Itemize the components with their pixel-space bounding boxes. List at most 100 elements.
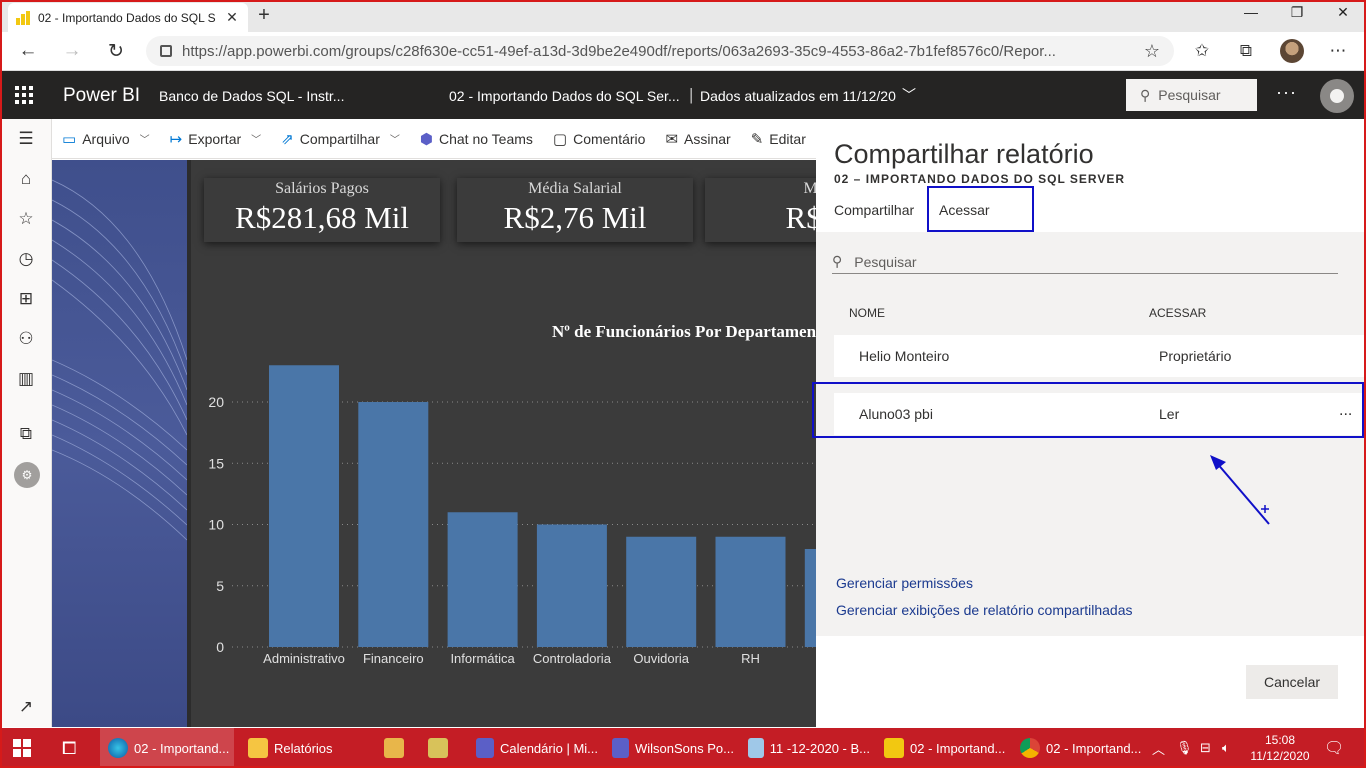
- back-icon[interactable]: ←: [16, 40, 40, 62]
- manage-shared-views-link[interactable]: Gerenciar exibições de relatório compart…: [836, 602, 1132, 618]
- restore-icon[interactable]: ❐: [1282, 4, 1312, 21]
- x-tick-label: RH: [741, 651, 760, 666]
- apps-icon[interactable]: ⊞: [14, 289, 38, 309]
- close-window-icon[interactable]: ✕: [1328, 4, 1358, 21]
- microphone-icon[interactable]: 🎙︎: [1176, 728, 1193, 768]
- search-icon: ⚲: [832, 253, 843, 269]
- toolbar-edit[interactable]: ✎ Editar: [751, 130, 806, 148]
- workspace-avatar-icon[interactable]: ⚙: [14, 462, 40, 488]
- toolbar-teams-chat[interactable]: ⬢ Chat no Teams: [420, 130, 533, 148]
- y-tick-label: 5: [216, 578, 224, 594]
- favorites-star-icon[interactable]: ☆: [14, 209, 38, 229]
- toolbar-comment[interactable]: ▢ Comentário: [553, 130, 646, 148]
- system-clock[interactable]: 15:08 11/12/2020: [1248, 732, 1312, 764]
- taskbar-item-label: 11 -12-2020 - B...: [769, 740, 870, 756]
- close-tab-icon[interactable]: ✕: [224, 9, 240, 26]
- taskbar-item-powerbi[interactable]: 02 - Importand...: [876, 728, 1010, 768]
- bar-chart[interactable]: 0 5 10 15 20 Administrativo Financeiro Informát…: [52, 160, 816, 727]
- show-hidden-icons-icon[interactable]: ︿: [1152, 728, 1165, 768]
- chart-bar[interactable]: [269, 365, 339, 647]
- access-row[interactable]: Helio Monteiro Proprietário: [834, 335, 1364, 377]
- chart-bar[interactable]: [715, 536, 786, 647]
- chart-bar[interactable]: [536, 524, 607, 648]
- powerbi-header: Power BI Banco de Dados SQL - Instr... 0…: [2, 71, 1364, 119]
- expand-arrow-icon[interactable]: ↗: [14, 697, 38, 717]
- browser-tab[interactable]: 02 - Importando Dados do SQL S ✕: [8, 3, 248, 32]
- toolbar-share-label: Compartilhar: [299, 130, 380, 147]
- refresh-icon[interactable]: ↻: [104, 40, 128, 63]
- taskbar-item-explorer[interactable]: Relatórios: [240, 728, 360, 768]
- windows-start-icon[interactable]: [12, 728, 32, 768]
- taskbar-item-label: 02 - Importand...: [134, 740, 230, 756]
- taskbar-app-pinned-2[interactable]: [428, 728, 448, 768]
- teams-icon: [476, 738, 494, 758]
- teams-icon: [612, 738, 629, 758]
- workspaces-icon[interactable]: ⧉: [14, 424, 38, 444]
- access-search-placeholder: Pesquisar: [854, 253, 917, 270]
- toolbar-subscribe[interactable]: ✉ Assinar: [665, 130, 730, 148]
- taskbar-item-notes[interactable]: 11 -12-2020 - B...: [740, 728, 870, 768]
- tab-access[interactable]: Acessar: [927, 186, 1034, 232]
- toolbar-export-menu[interactable]: ↦ Exportar ﹀: [170, 130, 262, 148]
- new-tab-icon[interactable]: +: [254, 4, 274, 28]
- cancel-button[interactable]: Cancelar: [1246, 665, 1338, 699]
- chevron-down-icon[interactable]: ﹀: [902, 85, 916, 105]
- chevron-down-icon: ﹀: [389, 135, 400, 146]
- notifications-icon[interactable]: 🗨︎: [1324, 728, 1344, 768]
- learn-book-icon[interactable]: ▥: [14, 369, 38, 389]
- report-title: 02 - Importando Dados do SQL Ser...: [449, 88, 680, 104]
- tab-share[interactable]: Compartilhar: [834, 202, 914, 218]
- task-view-icon[interactable]: ⧠: [62, 728, 76, 768]
- powerbi-brand[interactable]: Power BI: [63, 85, 140, 107]
- toolbar-share-menu[interactable]: ⇗ Compartilhar ﹀: [281, 130, 400, 148]
- windows-taskbar: ⧠ 02 - Importand... Relatórios Calendári…: [0, 728, 1366, 768]
- taskbar-app-pinned-1[interactable]: [384, 728, 404, 768]
- data-updated-label[interactable]: Dados atualizados em 11/12/20: [700, 88, 896, 104]
- home-icon[interactable]: ⌂: [14, 169, 38, 189]
- chart-bar[interactable]: [447, 512, 518, 647]
- header-search-box[interactable]: ⚲ Pesquisar: [1126, 79, 1257, 111]
- hamburger-menu-icon[interactable]: ☰: [14, 129, 38, 149]
- shared-with-me-icon[interactable]: ⚇: [14, 329, 38, 349]
- taskbar-item-label: Relatórios: [274, 740, 333, 756]
- chart-bar[interactable]: [804, 549, 816, 647]
- forward-icon[interactable]: →: [60, 40, 84, 62]
- taskbar-item-teams[interactable]: WilsonSons Po...: [604, 728, 734, 768]
- access-search-input[interactable]: ⚲ Pesquisar: [832, 250, 1338, 274]
- share-panel-footer: Cancelar: [816, 636, 1364, 727]
- taskbar-item-chrome[interactable]: 02 - Importand...: [1012, 728, 1146, 768]
- y-tick-label: 0: [216, 639, 224, 655]
- chart-bar[interactable]: [626, 536, 697, 647]
- user-avatar[interactable]: [1320, 79, 1354, 113]
- address-bar[interactable]: https://app.powerbi.com/groups/c28f630e-…: [146, 36, 1174, 66]
- favorite-star-icon[interactable]: ☆: [1144, 41, 1160, 62]
- chevron-down-icon: ﹀: [139, 135, 150, 146]
- toolbar-file-menu[interactable]: ▭ Arquivo ﹀: [62, 130, 150, 148]
- app-launcher-icon[interactable]: [15, 86, 33, 104]
- taskbar-item-edge[interactable]: 02 - Importand...: [100, 728, 234, 768]
- taskbar-item-label: 02 - Importand...: [910, 740, 1006, 756]
- taskbar-item-teams-calendar[interactable]: Calendário | Mi...: [468, 728, 598, 768]
- x-tick-label: Informática: [450, 651, 515, 666]
- chart-bar[interactable]: [358, 402, 429, 647]
- minimize-icon[interactable]: —: [1236, 4, 1266, 20]
- browser-menu-icon[interactable]: ⋯: [1326, 41, 1350, 61]
- header-separator: |: [689, 85, 694, 104]
- browser-toolbar: ← → ↻ https://app.powerbi.com/groups/c28…: [0, 32, 1366, 71]
- network-icon[interactable]: ⊟: [1200, 728, 1211, 768]
- more-options-icon[interactable]: ···: [1276, 82, 1297, 103]
- collections-icon[interactable]: ⧉: [1234, 41, 1258, 61]
- workspace-breadcrumb[interactable]: Banco de Dados SQL - Instr...: [159, 88, 344, 104]
- recent-clock-icon[interactable]: ◷: [14, 249, 38, 269]
- clock-time: 15:08: [1264, 733, 1296, 747]
- profile-avatar[interactable]: [1280, 39, 1304, 63]
- app-icon: [384, 738, 404, 758]
- favorites-icon[interactable]: ✩: [1190, 41, 1214, 61]
- app-icon: [428, 738, 448, 758]
- volume-icon[interactable]: 🔈︎: [1222, 728, 1230, 768]
- mail-icon: ✉: [665, 130, 679, 148]
- notes-icon: [748, 738, 764, 758]
- manage-permissions-link[interactable]: Gerenciar permissões: [836, 575, 973, 591]
- taskbar-item-label: 02 - Importand...: [1046, 740, 1142, 756]
- x-tick-label: Administrativo: [263, 651, 345, 666]
